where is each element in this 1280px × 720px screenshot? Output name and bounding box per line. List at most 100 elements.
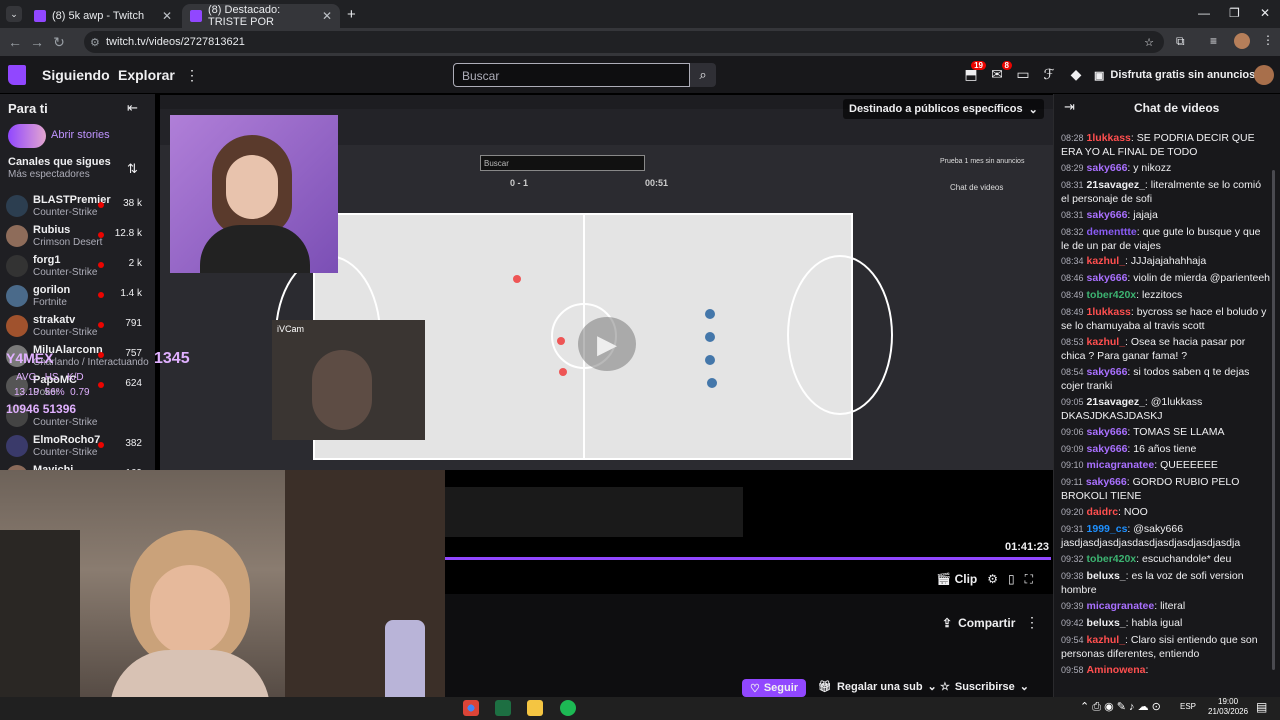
chat-username[interactable]: saky666 xyxy=(1086,476,1127,488)
chevron-down-icon: ⌄ xyxy=(1019,681,1030,693)
chat-username[interactable]: 1lukkass xyxy=(1087,132,1131,144)
sidebar-channel[interactable]: ElmoRocho7 Counter-Strike 382 xyxy=(6,432,152,462)
more-options-icon[interactable]: ⋮ xyxy=(1025,614,1039,631)
chat-username[interactable]: kazhul_ xyxy=(1087,255,1126,267)
reload-icon[interactable]: ↻ xyxy=(48,34,70,51)
collapse-chat-icon[interactable]: ⇥ xyxy=(1064,99,1075,115)
reading-list-icon[interactable]: ≡ xyxy=(1210,34,1217,48)
twitch-logo-icon[interactable] xyxy=(8,65,26,85)
system-tray-icons[interactable]: ⌃ ⎙ ◉ ✎ ♪ ☁ ⊙ xyxy=(1080,700,1161,714)
follow-button[interactable]: ♡ Seguir xyxy=(742,679,806,697)
profile-avatar[interactable] xyxy=(1234,33,1250,49)
player-marker xyxy=(705,355,715,365)
keyboard-lang[interactable]: ESP xyxy=(1180,702,1196,711)
clip-button[interactable]: 🎬︎ Clip xyxy=(936,572,977,586)
chat-username[interactable]: saky666 xyxy=(1087,272,1128,284)
chat-scrollbar[interactable] xyxy=(1272,170,1275,670)
chat-username[interactable]: 1lukkass xyxy=(1087,306,1131,318)
maximize-icon[interactable]: ❐ xyxy=(1229,6,1240,20)
chat-username[interactable]: beluxs_ xyxy=(1087,617,1126,629)
minimize-icon[interactable]: — xyxy=(1198,6,1210,20)
nav-explore[interactable]: Explorar xyxy=(118,67,175,83)
extension-icon[interactable]: ℱ xyxy=(1040,66,1058,84)
browser-tab-2[interactable]: (8) Destacado: TRISTE POR ✕ xyxy=(182,4,340,28)
chat-username[interactable]: saky666 xyxy=(1087,443,1128,455)
sort-label: Más espectadores xyxy=(8,169,90,180)
chevron-down-icon: ⌄ xyxy=(927,681,937,693)
subscribe-button[interactable]: ☆ Suscribirse ⌄ xyxy=(940,680,1030,694)
spotify-icon[interactable] xyxy=(560,700,576,716)
chat-username[interactable]: beluxs_ xyxy=(1087,570,1126,582)
chat-username[interactable]: micagranatee xyxy=(1087,459,1155,471)
forward-icon[interactable]: → xyxy=(26,34,48,50)
chat-username[interactable]: 21savagez_ xyxy=(1087,396,1145,408)
audience-banner[interactable]: Destinado a públicos específicos ⌄ xyxy=(843,99,1044,119)
chat-username[interactable]: dementtte xyxy=(1087,226,1137,238)
search-input[interactable]: Buscar xyxy=(453,63,690,87)
chat-message: 09:54 kazhul_: Claro sisi entiendo que so… xyxy=(1061,633,1271,661)
browser-menu-icon[interactable]: ⋮ xyxy=(1262,33,1274,47)
extensions-icon[interactable]: ⧉ xyxy=(1176,34,1185,49)
share-button[interactable]: ⇪ Compartir xyxy=(942,612,1015,634)
excel-icon[interactable] xyxy=(495,700,511,716)
star-icon: ☆ xyxy=(940,681,950,693)
bookmark-star-icon[interactable]: ☆ xyxy=(1144,36,1154,49)
chat-timestamp: 08:54 xyxy=(1061,367,1084,377)
sidebar-channel[interactable]: gorilon Fortnite 1.4 k xyxy=(6,282,152,312)
prime-loot-icon[interactable]: ⬒ 19 xyxy=(962,61,986,84)
chat-username[interactable]: micagranatee xyxy=(1087,600,1155,612)
play-button[interactable]: ▶ xyxy=(578,317,636,371)
chat-username[interactable]: 21savagez_ xyxy=(1087,179,1145,191)
inner-score: 0 - 1 xyxy=(510,178,529,188)
sidebar-channel[interactable]: forg1 Counter-Strike 2 k xyxy=(6,252,152,282)
bits-icon[interactable]: ◆ xyxy=(1067,66,1085,84)
sidebar-channel[interactable]: strakatv Counter-Strike 791 xyxy=(6,312,152,342)
sidebar-channel[interactable]: BLASTPremier Counter-Strike 38 k xyxy=(6,192,152,222)
channel-game: Crimson Desert xyxy=(33,237,103,248)
user-avatar[interactable] xyxy=(1254,65,1274,85)
video-timecode: 01:41:23 xyxy=(1005,541,1050,553)
sidebar-channel[interactable]: Rubius Crimson Desert 12.8 k xyxy=(6,222,152,252)
theatre-mode-icon[interactable]: ▯ xyxy=(1008,572,1015,586)
chat-username[interactable]: tober420x xyxy=(1087,553,1137,565)
chat-username[interactable]: saky666 xyxy=(1087,426,1128,438)
site-info-icon[interactable]: ⚙ xyxy=(90,36,100,49)
chrome-icon[interactable] xyxy=(463,700,479,716)
back-icon[interactable]: ← xyxy=(4,34,26,50)
chat-username[interactable]: saky666 xyxy=(1087,162,1128,174)
open-stories-link[interactable]: Abrir stories xyxy=(51,129,110,141)
nav-following[interactable]: Siguiendo xyxy=(42,67,110,83)
chat-username[interactable]: saky666 xyxy=(1087,366,1128,378)
gift-sub-button[interactable]: 🎁︎ Regalar una sub ⌄ xyxy=(818,680,937,694)
no-ads-button[interactable]: ▣ Disfruta gratis sin anuncios xyxy=(1094,64,1255,86)
chat-username[interactable]: saky666 xyxy=(1087,209,1128,221)
close-tab-icon[interactable]: ✕ xyxy=(322,9,332,23)
chat-username[interactable]: tober420x xyxy=(1087,289,1137,301)
tab-list-dropdown[interactable]: ⌄ xyxy=(6,6,22,22)
more-menu-icon[interactable]: ⋮ xyxy=(185,67,199,84)
chat-username[interactable]: daidrc xyxy=(1087,506,1119,518)
chat-username[interactable]: kazhul_ xyxy=(1087,336,1126,348)
file-explorer-icon[interactable] xyxy=(527,700,543,716)
chat-username[interactable]: Aminowena xyxy=(1087,664,1146,676)
search-button[interactable]: ⌕ xyxy=(690,63,716,87)
new-tab-icon[interactable]: + xyxy=(347,6,356,23)
chat-text: y nikozz xyxy=(1133,162,1172,174)
settings-gear-icon[interactable]: ⚙ xyxy=(987,572,998,586)
stories-avatars[interactable] xyxy=(8,124,46,148)
close-window-icon[interactable]: ✕ xyxy=(1260,6,1270,20)
fullscreen-icon[interactable]: ⛶ xyxy=(1025,572,1033,587)
whispers-icon[interactable]: ▭ xyxy=(1014,66,1032,84)
chat-username[interactable]: kazhul_ xyxy=(1087,634,1126,646)
notifications-icon[interactable]: ✉ 8 xyxy=(988,61,1012,84)
close-tab-icon[interactable]: ✕ xyxy=(162,9,172,23)
sort-toggle-icon[interactable]: ⇅ xyxy=(127,161,138,177)
url-field[interactable]: ⚙ twitch.tv/videos/2727813621 ☆ xyxy=(84,31,1164,53)
chat-username[interactable]: 1999_cs xyxy=(1087,523,1128,535)
video-progress-bar[interactable] xyxy=(445,557,1051,560)
inner-video-bottom xyxy=(443,487,743,537)
browser-tab-1[interactable]: (8) 5k awp - Twitch ✕ xyxy=(26,4,180,28)
notification-center-icon[interactable]: ▤ xyxy=(1256,700,1267,714)
system-clock[interactable]: 19:00 21/03/2026 xyxy=(1208,697,1248,717)
collapse-sidebar-icon[interactable]: ⇤ xyxy=(127,100,138,116)
